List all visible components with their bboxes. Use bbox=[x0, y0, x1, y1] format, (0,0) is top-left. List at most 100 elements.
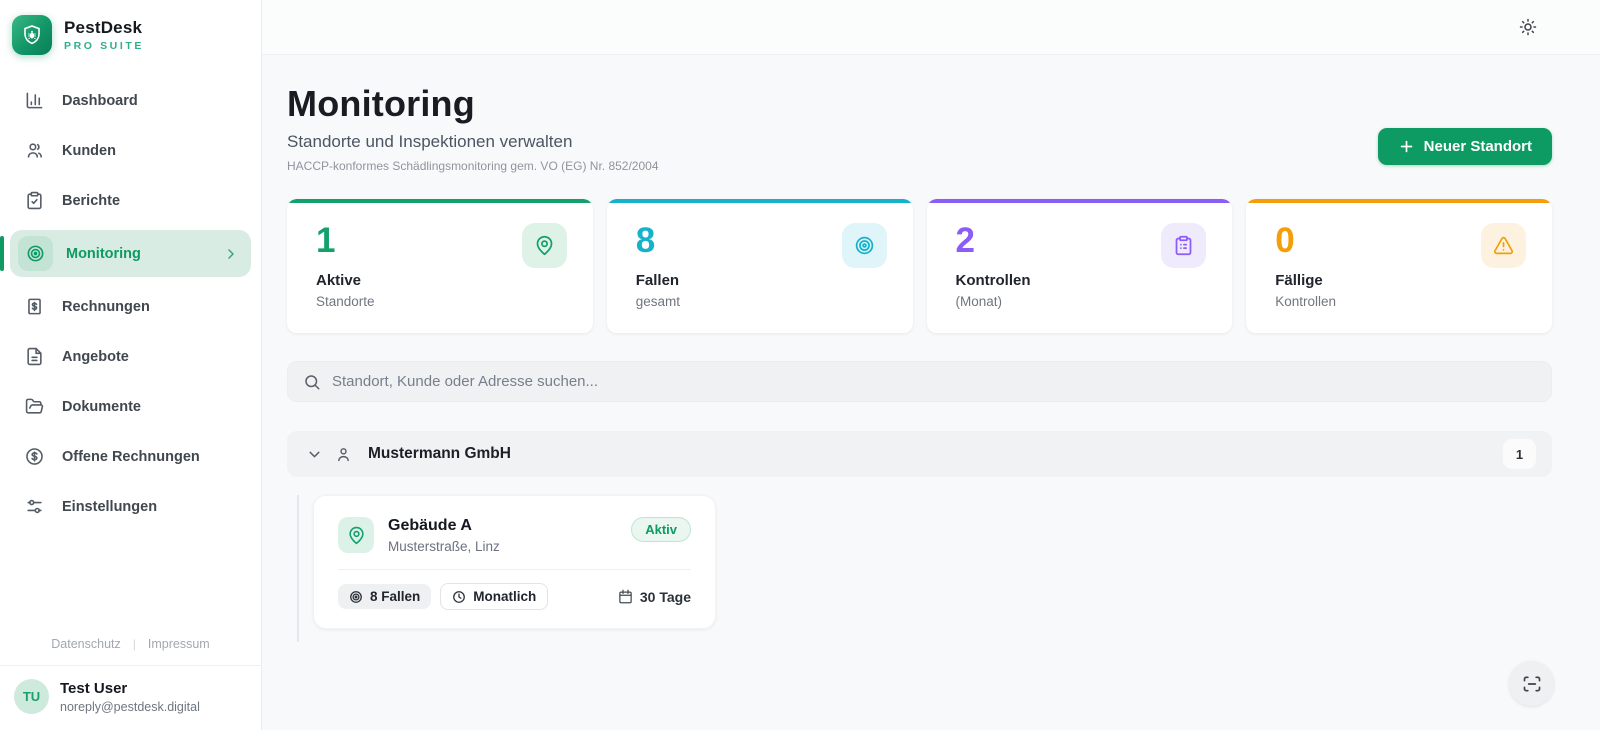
map-pin-icon bbox=[521, 223, 567, 268]
radar-icon bbox=[18, 236, 53, 271]
sidebar-item-dokumente[interactable]: Dokumente bbox=[10, 386, 251, 427]
users-icon bbox=[24, 141, 44, 161]
stat-cards: 1 Aktive Standorte 8 Fallen gesamt 2 Kon… bbox=[287, 199, 1552, 333]
new-site-button[interactable]: Neuer Standort bbox=[1377, 128, 1552, 165]
stat-card-traps-total: 8 Fallen gesamt bbox=[606, 199, 913, 333]
topbar bbox=[262, 0, 1600, 55]
target-icon bbox=[841, 223, 887, 268]
stat-label: Fällige bbox=[1275, 272, 1323, 290]
theme-toggle-button[interactable] bbox=[1512, 11, 1544, 43]
target-icon bbox=[349, 590, 363, 604]
scan-line-icon bbox=[1522, 674, 1542, 694]
traps-chip: 8 Fallen bbox=[338, 584, 432, 609]
bar-chart-icon bbox=[24, 91, 44, 111]
page-subtitle: Standorte und Inspektionen verwalten bbox=[287, 132, 573, 151]
sidebar-item-einstellungen[interactable]: Einstellungen bbox=[10, 486, 251, 527]
main-content: Monitoring Standorte und Inspektionen ve… bbox=[262, 55, 1600, 730]
divider bbox=[338, 569, 691, 570]
clipboard-list-icon bbox=[1161, 223, 1207, 268]
stat-card-due-controls: 0 Fällige Kontrollen bbox=[1246, 199, 1552, 333]
sidebar-item-label: Kunden bbox=[62, 142, 116, 159]
sidebar-item-label: Angebote bbox=[62, 348, 129, 365]
sun-icon bbox=[1519, 18, 1537, 36]
status-badge: Aktiv bbox=[631, 517, 691, 542]
chevron-right-icon bbox=[223, 246, 239, 262]
legal-separator: | bbox=[132, 637, 136, 651]
new-site-button-label: Neuer Standort bbox=[1423, 138, 1532, 155]
sidebar-item-label: Berichte bbox=[62, 192, 121, 209]
privacy-link[interactable]: Datenschutz bbox=[51, 637, 120, 651]
sidebar-item-label: Rechnungen bbox=[62, 298, 150, 315]
folder-icon bbox=[24, 397, 44, 417]
stat-label: Fallen bbox=[635, 272, 680, 290]
sliders-icon bbox=[24, 497, 44, 517]
plus-icon bbox=[1398, 138, 1415, 155]
search-icon bbox=[303, 373, 321, 391]
brand-suite: PRO SUITE bbox=[64, 40, 144, 52]
file-text-icon bbox=[24, 347, 44, 367]
sidebar-item-label: Einstellungen bbox=[62, 498, 158, 515]
stat-label: Kontrollen bbox=[955, 272, 1031, 290]
legal-links: Datenschutz | Impressum bbox=[0, 627, 261, 665]
indent-line bbox=[297, 495, 299, 642]
imprint-link[interactable]: Impressum bbox=[148, 637, 210, 651]
user-name: Test User bbox=[60, 679, 128, 697]
site-card-footer: 8 Fallen Monatlich 30 Tage bbox=[338, 583, 691, 610]
chevron-down-icon[interactable] bbox=[306, 446, 323, 463]
brand-name: PestDesk bbox=[64, 18, 143, 37]
user-icon bbox=[335, 446, 352, 463]
traps-chip-label: 8 Fallen bbox=[370, 589, 421, 604]
sidebar-item-label: Dashboard bbox=[62, 92, 138, 109]
stat-label: Aktive bbox=[316, 272, 362, 290]
map-pin-icon bbox=[338, 517, 374, 553]
sidebar-item-offene-rechnungen[interactable]: Offene Rechnungen bbox=[10, 436, 251, 477]
sidebar-item-label: Dokumente bbox=[62, 398, 141, 415]
customer-group-row[interactable]: Mustermann GmbH 1 bbox=[287, 431, 1552, 477]
alert-triangle-icon bbox=[1481, 223, 1526, 268]
sidebar-item-rechnungen[interactable]: Rechnungen bbox=[10, 286, 251, 327]
stat-sublabel: Kontrollen bbox=[1275, 294, 1337, 310]
dollar-circle-icon bbox=[24, 447, 44, 467]
site-info: Gebäude A Musterstraße, Linz bbox=[388, 517, 500, 554]
calendar-icon bbox=[618, 589, 633, 604]
page-title: Monitoring bbox=[287, 83, 475, 124]
due-label: 30 Tage bbox=[639, 588, 691, 605]
sidebar-item-kunden[interactable]: Kunden bbox=[10, 130, 251, 171]
customer-group-name: Mustermann GmbH bbox=[368, 445, 511, 462]
stat-card-controls-month: 2 Kontrollen (Monat) bbox=[926, 199, 1233, 333]
search-bar bbox=[287, 361, 1552, 402]
sidebar-item-label: Offene Rechnungen bbox=[62, 448, 200, 465]
stat-sublabel: Standorte bbox=[316, 294, 375, 310]
scan-button[interactable] bbox=[1509, 661, 1554, 706]
interval-chip-label: Monatlich bbox=[473, 589, 537, 604]
sidebar-item-berichte[interactable]: Berichte bbox=[10, 180, 251, 221]
brand: PestDesk PRO SUITE bbox=[0, 0, 261, 62]
group-count-badge: 1 bbox=[1503, 439, 1536, 469]
avatar: TU bbox=[14, 679, 49, 714]
sidebar-item-angebote[interactable]: Angebote bbox=[10, 336, 251, 377]
stat-sublabel: (Monat) bbox=[955, 294, 1003, 310]
clock-icon bbox=[452, 590, 466, 604]
brand-text: PestDesk PRO SUITE bbox=[64, 18, 144, 52]
page-header: Monitoring Standorte und Inspektionen ve… bbox=[287, 83, 1552, 173]
site-name: Gebäude A bbox=[388, 517, 472, 534]
sidebar-nav: Dashboard Kunden Berichte Monitoring Rec… bbox=[0, 62, 261, 527]
page-note: HACCP-konformes Schädlingsmonitoring gem… bbox=[287, 159, 659, 173]
sidebar-footer: Datenschutz | Impressum TU Test User nor… bbox=[0, 627, 261, 730]
site-card[interactable]: Gebäude A Musterstraße, Linz Aktiv 8 Fal… bbox=[313, 495, 716, 629]
site-address: Musterstraße, Linz bbox=[388, 539, 500, 554]
user-box[interactable]: TU Test User noreply@pestdesk.digital bbox=[0, 665, 261, 730]
pestdesk-logo-icon bbox=[12, 15, 52, 55]
invoice-icon bbox=[24, 297, 44, 317]
sidebar-item-monitoring[interactable]: Monitoring bbox=[0, 230, 251, 277]
user-info: Test User noreply@pestdesk.digital bbox=[60, 680, 200, 714]
site-list: Gebäude A Musterstraße, Linz Aktiv 8 Fal… bbox=[287, 495, 1552, 642]
site-card-header: Gebäude A Musterstraße, Linz Aktiv bbox=[338, 517, 691, 554]
user-email: noreply@pestdesk.digital bbox=[60, 699, 200, 714]
stat-sublabel: gesamt bbox=[635, 294, 681, 310]
due-indicator: 30 Tage bbox=[618, 589, 691, 605]
interval-chip: Monatlich bbox=[440, 583, 549, 610]
sidebar-item-dashboard[interactable]: Dashboard bbox=[10, 80, 251, 121]
search-input[interactable] bbox=[332, 373, 1536, 390]
sidebar-item-label: Monitoring bbox=[66, 245, 141, 262]
